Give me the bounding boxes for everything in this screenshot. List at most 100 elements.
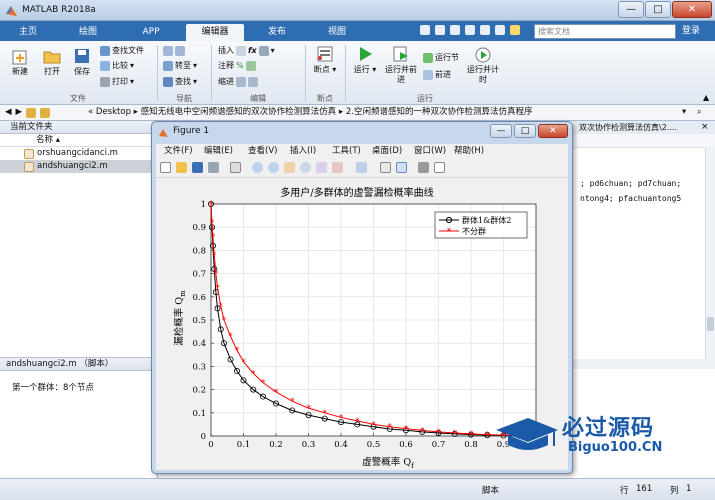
menu-tools[interactable]: 工具(T)	[332, 144, 361, 158]
data-cursor-icon[interactable]	[316, 162, 327, 173]
rotate-icon[interactable]	[300, 162, 311, 173]
maximize-button[interactable]: □	[645, 1, 671, 18]
editor-scrollbar[interactable]	[705, 147, 715, 359]
y-tick-label: 0.8	[192, 246, 206, 256]
menu-desktop[interactable]: 桌面(D)	[372, 144, 402, 158]
figure-minimize-button[interactable]: —	[490, 124, 512, 138]
new-figure-icon[interactable]	[160, 162, 171, 173]
tab-home[interactable]: 主页	[6, 24, 50, 41]
x-tick-label: 0.6	[399, 440, 413, 450]
breadcrumb-item-project[interactable]: 感知无线电中空闲频谱感知的双次协作检测算法仿真	[141, 107, 337, 117]
forward-arrow-icon[interactable]: ▶	[16, 105, 23, 120]
x-axis-label-sub: f	[411, 462, 415, 470]
indent-button[interactable]: 缩进	[218, 77, 258, 87]
data-point-star: *	[453, 429, 458, 439]
code-line[interactable]: ; pd6chuan; pd7chuan;	[580, 179, 681, 188]
pan-icon[interactable]	[284, 162, 295, 173]
print-figure-icon[interactable]	[208, 162, 219, 173]
copy-quick-icon[interactable]	[450, 25, 460, 35]
editor-tab[interactable]: 双次协作检测算法仿真\2....	[573, 121, 715, 134]
cut-quick-icon[interactable]	[435, 25, 445, 35]
run-advance-button[interactable]: 运行并前进	[384, 45, 418, 85]
login-link[interactable]: 登录	[682, 24, 700, 39]
nav-arrows[interactable]	[163, 46, 185, 56]
tab-view[interactable]: 视图	[312, 24, 362, 41]
goto-button[interactable]: 转至 ▾	[163, 61, 197, 71]
code-line[interactable]: ntong4; pfachuantong5	[580, 194, 681, 203]
collapse-ribbon-icon[interactable]: ▲	[703, 93, 709, 102]
comment-button[interactable]: 注释%	[218, 61, 256, 71]
scrollbar-thumb[interactable]	[707, 317, 714, 331]
compare-button[interactable]: 比较 ▾	[100, 61, 134, 71]
up-folder-icon[interactable]	[26, 108, 37, 118]
back-arrow-icon[interactable]: ◀	[5, 105, 12, 120]
zoom-in-icon[interactable]	[252, 162, 263, 173]
menu-insert[interactable]: 插入(I)	[290, 144, 316, 158]
new-button[interactable]: 新建	[6, 47, 34, 77]
tab-editor[interactable]: 编辑器	[186, 24, 244, 41]
find-label: 查找	[175, 77, 191, 86]
menu-help[interactable]: 帮助(H)	[454, 144, 484, 158]
address-dropdown-icon[interactable]: ▾	[682, 105, 686, 120]
x-tick-label: 0.4	[334, 440, 348, 450]
editor-close-icon[interactable]: ×	[701, 122, 709, 132]
run-section-button[interactable]: 运行节	[423, 53, 459, 63]
colorbar-icon[interactable]	[380, 162, 391, 173]
pointer-icon[interactable]	[230, 162, 241, 173]
browse-folder-icon[interactable]	[40, 108, 51, 118]
compare-icon	[100, 61, 110, 71]
menu-window[interactable]: 窗口(W)	[414, 144, 446, 158]
help-quick-icon[interactable]	[510, 25, 520, 35]
save-quick-icon[interactable]	[420, 25, 430, 35]
minimize-button[interactable]: —	[618, 1, 644, 18]
insert-button[interactable]: 插入 fx ▾	[218, 46, 275, 56]
figure-maximize-button[interactable]: □	[514, 124, 536, 138]
breakpoint-icon	[317, 46, 333, 62]
address-search-icon[interactable]: ⌕	[697, 105, 702, 120]
menu-view[interactable]: 查看(V)	[248, 144, 277, 158]
print-button[interactable]: 打印 ▾	[100, 77, 134, 87]
tab-publish[interactable]: 发布	[252, 24, 302, 41]
menu-file[interactable]: 文件(F)	[164, 144, 193, 158]
advance-button[interactable]: 前进	[423, 70, 451, 80]
indent-label: 缩进	[218, 77, 234, 86]
hide-tools-icon[interactable]	[418, 162, 429, 173]
open-button[interactable]: 打开	[38, 47, 66, 77]
advance-icon	[423, 70, 433, 80]
show-tools-icon[interactable]	[434, 162, 445, 173]
link-plot-icon[interactable]	[356, 162, 367, 173]
data-point-star: *	[212, 251, 217, 261]
save-button[interactable]: 保存	[68, 47, 96, 77]
paste-quick-icon[interactable]	[465, 25, 475, 35]
breakpoints-button[interactable]: 断点 ▾	[309, 45, 341, 75]
run-button[interactable]: 运行 ▾	[351, 45, 379, 75]
search-docs-input[interactable]: 搜索文档	[534, 24, 676, 39]
legend-icon[interactable]	[396, 162, 407, 173]
close-button[interactable]: ✕	[672, 1, 712, 18]
tab-apps[interactable]: APP	[126, 24, 176, 41]
data-point-star: *	[211, 232, 216, 242]
brush-icon[interactable]	[332, 162, 343, 173]
save-figure-icon[interactable]	[192, 162, 203, 173]
find-button[interactable]: 查找 ▾	[163, 77, 197, 87]
zoom-out-icon[interactable]	[268, 162, 279, 173]
menu-edit[interactable]: 编辑(E)	[204, 144, 233, 158]
figure-close-button[interactable]: ✕	[538, 124, 568, 138]
data-point-star: *	[388, 423, 393, 433]
editor-hscrollbar[interactable]	[573, 359, 715, 369]
legend[interactable]: 群体1&群体2 * 不分群	[434, 211, 528, 239]
breadcrumb-item-desktop[interactable]: Desktop	[96, 107, 131, 117]
find-files-button[interactable]: 查找文件	[100, 46, 144, 56]
file-list-item-selected[interactable]: andshuangci2.m	[0, 160, 157, 173]
y-tick-label: 0.3	[192, 362, 206, 372]
file-list-item[interactable]: orshuangcidanci.m	[0, 147, 157, 160]
undo-quick-icon[interactable]	[480, 25, 490, 35]
open-file-icon[interactable]	[176, 162, 187, 173]
name-column-header[interactable]: 名称 ▴	[0, 134, 157, 147]
run-and-time-button[interactable]: 运行并计时	[466, 45, 500, 85]
breadcrumb[interactable]: « Desktop ▸ 感知无线电中空闲频谱感知的双次协作检测算法仿真 ▸ 2.…	[88, 105, 532, 120]
redo-quick-icon[interactable]	[495, 25, 505, 35]
tab-plots[interactable]: 绘图	[64, 24, 112, 41]
save-icon	[75, 49, 89, 63]
breadcrumb-item-program[interactable]: 2.空闲频谱感知的一种双次协作检测算法仿真程序	[346, 107, 533, 117]
